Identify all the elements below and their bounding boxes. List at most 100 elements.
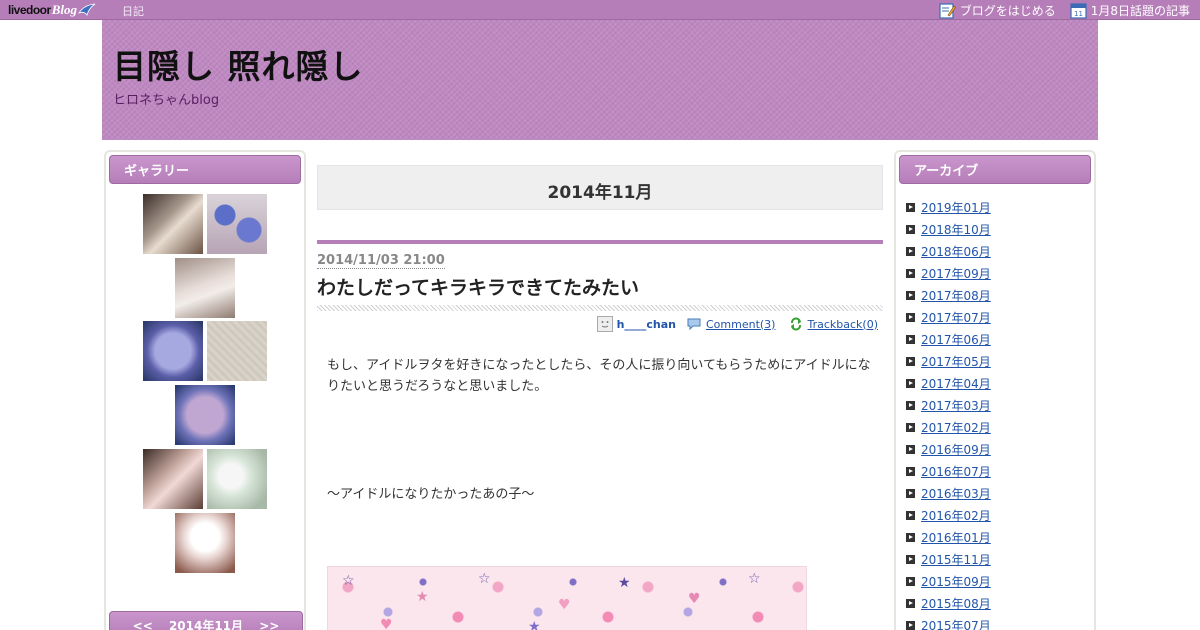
calendar-icon: 11 [1070,2,1087,19]
archive-link[interactable]: 2016年02月 [921,507,991,524]
star-decoration-icon: ★ [416,589,429,605]
heart-decoration-icon: ♥ [688,591,701,607]
start-blog-link[interactable]: ブログをはじめる [939,1,1056,19]
gallery-sidebar: ギャラリー << 2014年11月 >> [104,150,306,630]
archive-link[interactable]: 2017年06月 [921,331,991,348]
archive-item: 2017年06月 [906,328,991,350]
star-decoration-icon: ★ [528,619,541,630]
trending-articles-link[interactable]: 11 1月8日話題の記事 [1070,1,1190,19]
archive-item: 2017年02月 [906,416,991,438]
trackback-link[interactable]: Trackback(0) [807,318,878,331]
heart-decoration-icon: ♥ [380,617,393,630]
archive-item: 2017年09月 [906,262,991,284]
gallery-thumbnail[interactable] [143,194,203,254]
archive-item: 2016年09月 [906,438,991,460]
post-body: もし、アイドルヲタを好きになったとしたら、その人に振り向いてもらうためにアイドル… [327,355,877,397]
archive-item: 2016年03月 [906,482,991,504]
gallery-thumbnail[interactable] [143,449,203,509]
bullet-arrow-icon [906,356,915,366]
star-decoration-icon: ☆ [748,571,761,587]
bullet-arrow-icon [906,422,915,432]
archive-item: 2017年03月 [906,394,991,416]
archive-link[interactable]: 2019年01月 [921,199,991,216]
blog-description: ヒロネちゃんblog [113,93,220,108]
archive-link[interactable]: 2017年09月 [921,265,991,282]
archive-link[interactable]: 2017年07月 [921,309,991,326]
bullet-arrow-icon [906,224,915,234]
calendar-next-link[interactable]: >> [259,619,279,630]
archive-item: 2018年10月 [906,218,991,240]
archive-link[interactable]: 2016年03月 [921,485,991,502]
gallery-thumbnail[interactable] [143,321,203,381]
post-title[interactable]: わたしだってキラキラできてたみたい [317,273,639,300]
archive-link[interactable]: 2015年07月 [921,617,991,630]
comment-link[interactable]: Comment(3) [706,318,775,331]
archive-item: 2015年08月 [906,592,991,614]
gallery-thumbnail[interactable] [207,449,267,509]
post-separator [317,305,883,311]
gallery-thumbnail[interactable] [175,513,235,573]
archive-link[interactable]: 2015年08月 [921,595,991,612]
archive-link[interactable]: 2017年04月 [921,375,991,392]
gallery-thumbnail[interactable] [175,258,235,318]
livedoor-blog-logo[interactable]: livedoor Blog [8,1,96,19]
gallery-thumbnail[interactable] [175,385,235,445]
logo-livedoor-text: livedoor [8,3,51,17]
calendar-month-label: 2014年11月 [168,619,244,630]
archive-item: 2018年06月 [906,240,991,262]
gallery-heading: ギャラリー [109,155,301,184]
archive-link[interactable]: 2015年11月 [921,551,991,568]
bullet-arrow-icon [906,268,915,278]
archive-link[interactable]: 2016年01月 [921,529,991,546]
archive-link[interactable]: 2017年03月 [921,397,991,414]
blog-title[interactable]: 目隠し 照れ隠し [113,40,364,88]
archive-heading: アーカイブ [899,155,1091,184]
bullet-arrow-icon [906,466,915,476]
month-heading: 2014年11月 [317,165,883,210]
gallery-grid [106,194,304,577]
archive-link[interactable]: 2018年06月 [921,243,991,260]
trackback-icon [791,317,802,331]
archive-item: 2015年07月 [906,614,991,630]
bullet-arrow-icon [906,246,915,256]
archive-link[interactable]: 2016年09月 [921,441,991,458]
post-author[interactable]: h____chan [617,318,676,331]
archive-link[interactable]: 2015年09月 [921,573,991,590]
post-meta: h____chan Comment(3) Trackback(0) [596,316,878,332]
bullet-arrow-icon [906,598,915,608]
calendar-header: << 2014年11月 >> [109,611,303,630]
bullet-arrow-icon [906,312,915,322]
gallery-thumbnail[interactable] [207,321,267,381]
bullet-arrow-icon [906,378,915,388]
bullet-arrow-icon [906,290,915,300]
calendar-prev-link[interactable]: << [133,619,153,630]
gallery-thumbnail[interactable] [207,194,267,254]
archive-item: 2019年01月 [906,196,991,218]
star-decoration-icon: ★ [618,575,631,591]
archive-link[interactable]: 2018年10月 [921,221,991,238]
start-blog-label: ブログをはじめる [959,3,1056,18]
post-paragraph: もし、アイドルヲタを好きになったとしたら、その人に振り向いてもらうためにアイドル… [327,358,871,394]
post-paragraph: 〜アイドルになりたかったあの子〜 [327,487,535,502]
archive-link[interactable]: 2016年07月 [921,463,991,480]
star-decoration-icon: ☆ [342,573,355,589]
archive-item: 2017年05月 [906,350,991,372]
archive-item: 2016年07月 [906,460,991,482]
archive-item: 2016年01月 [906,526,991,548]
pencil-note-icon [939,2,956,19]
top-bar: livedoor Blog 日記 ブログをはじめる 11 1月8日話題の記事 [0,0,1200,20]
archive-link[interactable]: 2017年05月 [921,353,991,370]
bullet-arrow-icon [906,400,915,410]
archive-link[interactable]: 2017年02月 [921,419,991,436]
heart-decoration-icon: ♥ [558,597,571,613]
post-date[interactable]: 2014/11/03 21:00 [317,253,445,269]
top-nav-diary[interactable]: 日記 [122,3,144,19]
post-image[interactable]: ☆ ★ ☆ ♥ ★ ♥ ☆ ★ ♥ [327,566,807,630]
bullet-arrow-icon [906,488,915,498]
bullet-arrow-icon [906,576,915,586]
archive-link[interactable]: 2017年08月 [921,287,991,304]
bullet-arrow-icon [906,554,915,564]
logo-blog-text: Blog [51,2,77,17]
archive-item: 2017年08月 [906,284,991,306]
star-decoration-icon: ☆ [478,571,491,587]
